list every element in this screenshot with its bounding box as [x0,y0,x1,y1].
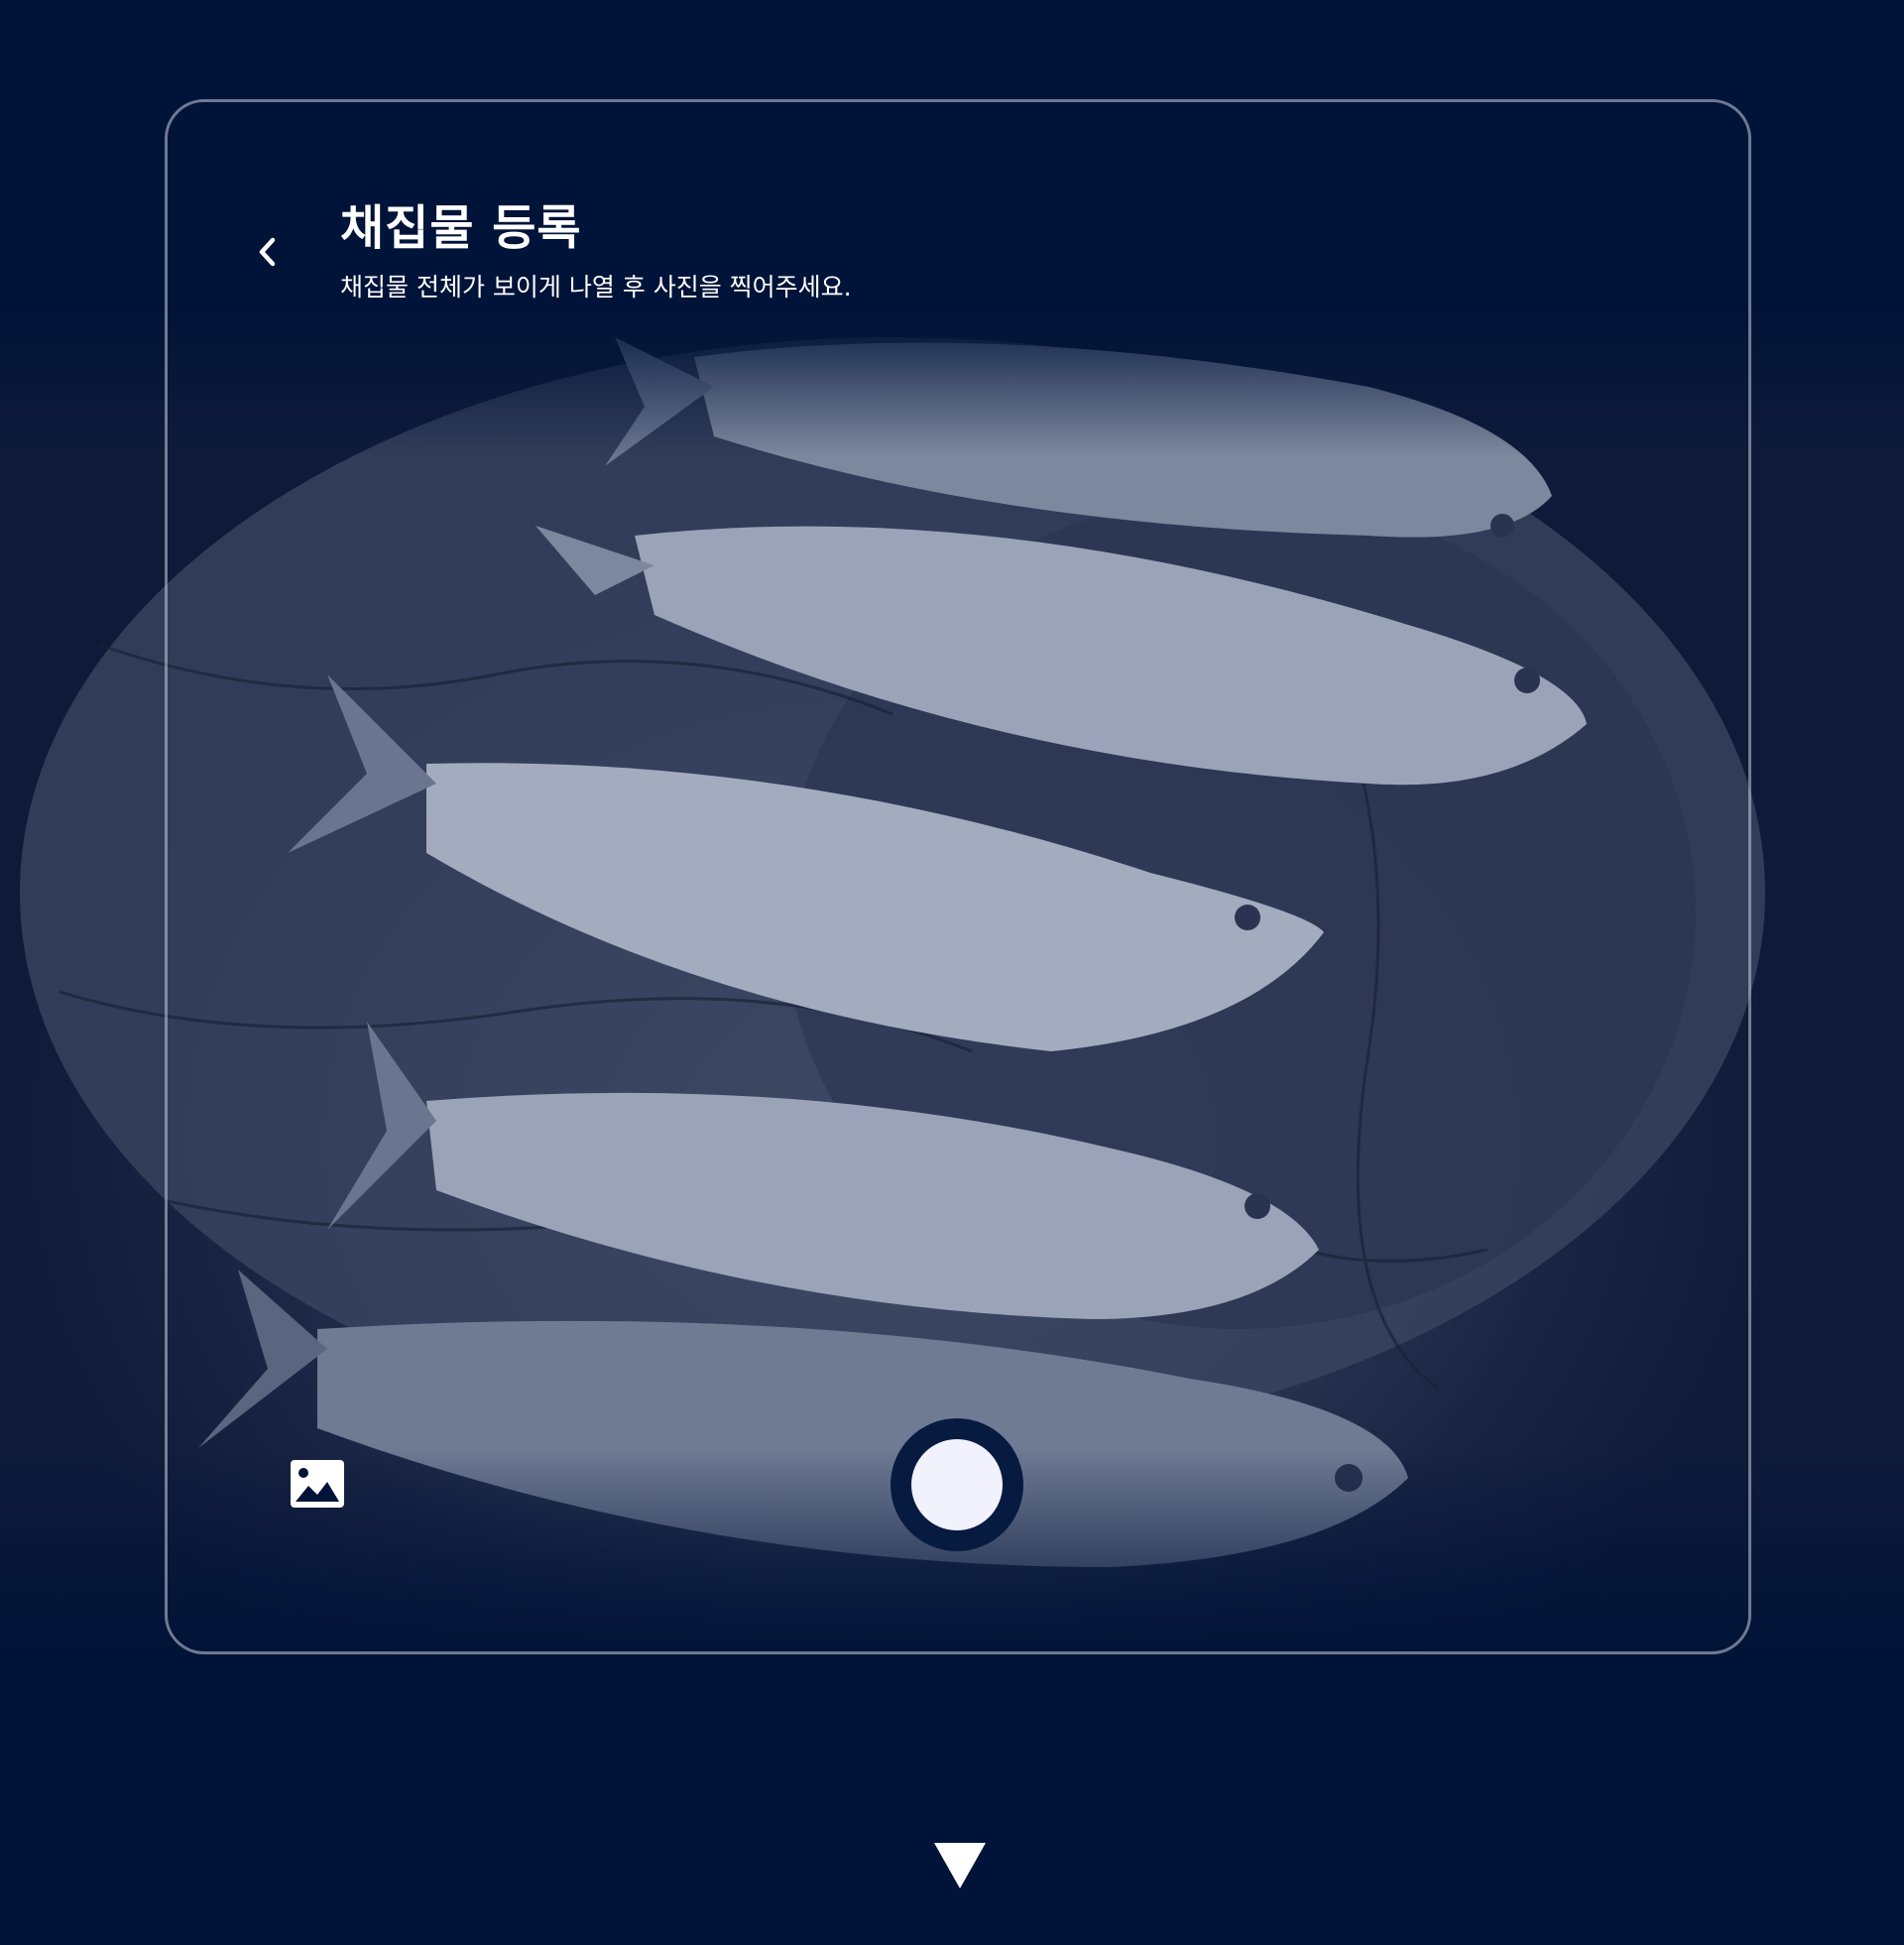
shutter-button[interactable] [891,1418,1023,1551]
back-button[interactable] [248,228,288,276]
chevron-left-icon [259,237,276,267]
shutter-inner [911,1439,1003,1530]
page-title: 채집물 등록 [340,200,582,256]
camera-screen: 채집물 등록 채집물 전체가 보이게 나열 후 사진을 찍어주세요. [0,0,1904,1945]
page-subtitle: 채집물 전체가 보이게 나열 후 사진을 찍어주세요. [340,273,852,302]
image-icon [291,1460,344,1508]
gallery-button[interactable] [288,1456,347,1512]
triangle-down-icon [934,1843,986,1888]
